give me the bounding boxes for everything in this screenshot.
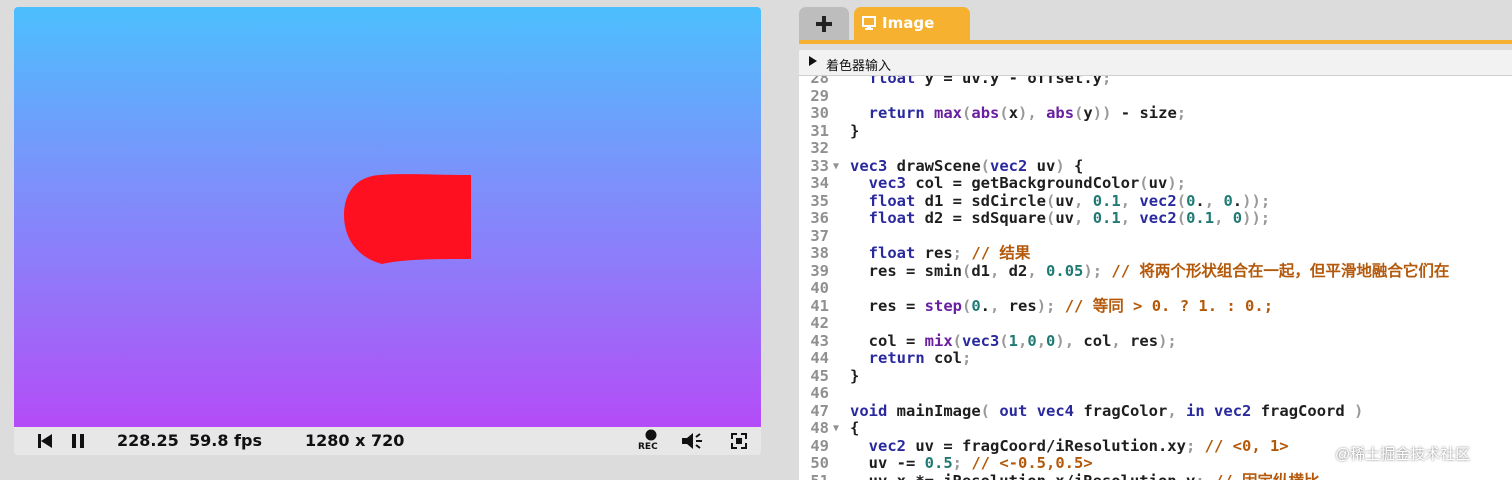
line-number: 28 (810, 76, 829, 87)
line-number: 46 (810, 384, 829, 402)
line-number: 34 (810, 174, 829, 192)
code-text: void mainImage( out vec4 fragColor, in v… (850, 401, 1364, 420)
code-text: float d2 = sdSquare(uv, 0.1, vec2(0.1, 0… (868, 209, 1271, 227)
code-text: } (850, 121, 860, 140)
pause-icon[interactable] (71, 433, 85, 449)
code-text: uv -= 0.5; // <-0.5,0.5> (850, 454, 1093, 472)
shader-inputs-toggle[interactable]: 着色器输入 (799, 50, 1512, 76)
line-number: 47 (810, 401, 829, 420)
code-text: uv.x *= iResolution.x/iResolution.y; // … (850, 472, 1320, 480)
line-number: 49 (810, 436, 829, 455)
code-text: return col; (868, 349, 972, 367)
code-text: { (850, 419, 860, 437)
code-text: float res; // 结果 (868, 244, 1031, 262)
code-text: col = mix(vec3(1,0,0), col, res); (850, 331, 1177, 350)
line-number: 29 (810, 86, 829, 105)
code-text: float d1 = sdCircle(uv, 0.1, vec2(0., 0.… (868, 191, 1271, 210)
fullscreen-icon[interactable] (731, 433, 747, 449)
render-canvas[interactable] (14, 7, 761, 427)
fps-display: 59.8 fps (189, 431, 262, 450)
player-controls: 228.25 59.8 fps 1280 x 720 REC (14, 427, 761, 455)
resolution-display: 1280 x 720 (305, 431, 405, 450)
record-label: REC (638, 442, 658, 452)
plus-icon (816, 15, 832, 32)
line-number: 44 (810, 349, 829, 367)
line-number: 33 (810, 156, 829, 175)
tab-bar-divider (799, 40, 1512, 44)
rendered-shape (344, 174, 471, 264)
code-text: vec3 drawScene(vec2 uv) { (850, 156, 1084, 175)
shader-inputs-label: 着色器输入 (826, 58, 892, 73)
record-icon[interactable] (645, 429, 657, 441)
tab-image-label: Image (882, 14, 935, 32)
line-number: 38 (810, 244, 829, 262)
code-text: vec2 uv = fragCoord/iResolution.xy; // <… (868, 436, 1289, 455)
line-number: 45 (810, 366, 829, 385)
code-text: vec3 col = getBackgroundColor(uv); (868, 174, 1186, 192)
line-number: 36 (810, 209, 829, 227)
line-number: 40 (810, 279, 829, 297)
tab-image[interactable]: Image (854, 7, 970, 40)
line-number: 42 (810, 314, 829, 332)
line-number: 50 (810, 454, 829, 472)
line-number: 39 (810, 261, 829, 280)
line-number: 31 (810, 121, 829, 140)
line-number: 37 (810, 226, 829, 245)
fold-arrow-icon[interactable]: ▼ (833, 158, 839, 176)
add-tab-button[interactable] (799, 7, 849, 40)
code-text: } (850, 366, 860, 385)
shader-player: 228.25 59.8 fps 1280 x 720 REC (14, 7, 761, 455)
line-number: 48 (810, 419, 829, 437)
watermark: @稀土掘金技术社区 (1335, 446, 1471, 463)
code-text: return max(abs(x), abs(y)) - size; (868, 104, 1187, 122)
line-number: 51 (799, 472, 829, 480)
code-text: res = smin(d1, d2, 0.05); // 将两个形状组合在一起，… (850, 261, 1450, 280)
monitor-icon (862, 16, 876, 30)
line-number: 32 (810, 139, 829, 157)
fold-arrow-icon[interactable]: ▼ (833, 420, 839, 438)
line-number: 30 (810, 104, 829, 122)
code-editor-panel: Image 着色器输入 28 float y = uv.y - offset.y… (799, 0, 1512, 480)
rewind-icon[interactable] (38, 433, 52, 449)
volume-icon[interactable] (682, 432, 704, 450)
code-text: res = step(0., res); // 等同 > 0. ? 1. : 0… (850, 296, 1274, 315)
expand-arrow-icon (809, 56, 817, 66)
line-number: 41 (810, 296, 829, 315)
line-number: 35 (810, 191, 829, 210)
time-display: 228.25 (117, 431, 179, 450)
code-text: float y = uv.y - offset.y; (868, 76, 1112, 87)
line-number: 43 (810, 331, 829, 350)
code-area[interactable]: 28 float y = uv.y - offset.y; 29 30 return… (799, 76, 1512, 480)
